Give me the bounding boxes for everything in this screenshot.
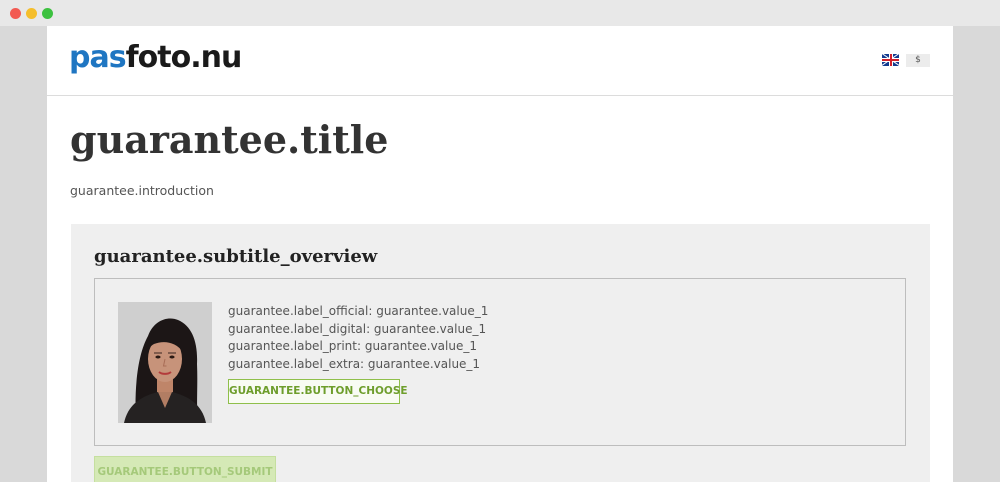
overview-subtitle: guarantee.subtitle_overview: [94, 246, 378, 267]
option-details: guarantee.label_official: guarantee.valu…: [228, 303, 488, 373]
site-logo[interactable]: pasfoto.nu: [69, 40, 243, 76]
passport-photo: [118, 302, 212, 423]
overview-section: guarantee.subtitle_overview guarantee.la…: [71, 224, 930, 482]
site-header: pasfoto.nu $: [47, 26, 953, 96]
browser-window-bar: [0, 0, 1000, 26]
submit-button[interactable]: GUARANTEE.BUTTON_SUBMIT: [94, 456, 276, 482]
detail-print: guarantee.label_print: guarantee.value_1: [228, 339, 477, 353]
page-title: guarantee.title: [70, 117, 389, 162]
detail-official: guarantee.label_official: guarantee.valu…: [228, 304, 489, 318]
maximize-window-icon[interactable]: [42, 8, 53, 19]
page-content: pasfoto.nu $ guarantee.title guarantee.i…: [47, 26, 953, 482]
detail-extra: guarantee.label_extra: guarantee.value_1: [228, 356, 481, 371]
logo-accent-text: pas: [69, 40, 127, 75]
logo-text: foto.nu: [125, 40, 243, 75]
photo-option-card: guarantee.label_official: guarantee.valu…: [94, 278, 906, 446]
close-window-icon[interactable]: [10, 8, 21, 19]
minimize-window-icon[interactable]: [26, 8, 37, 19]
currency-selector[interactable]: $: [906, 54, 930, 67]
choose-button[interactable]: GUARANTEE.BUTTON_CHOOSE: [228, 379, 408, 404]
detail-digital: guarantee.label_digital: guarantee.value…: [228, 321, 487, 336]
uk-flag-icon[interactable]: [882, 54, 899, 66]
portrait-image: [118, 302, 212, 423]
page-introduction: guarantee.introduction: [70, 183, 214, 198]
